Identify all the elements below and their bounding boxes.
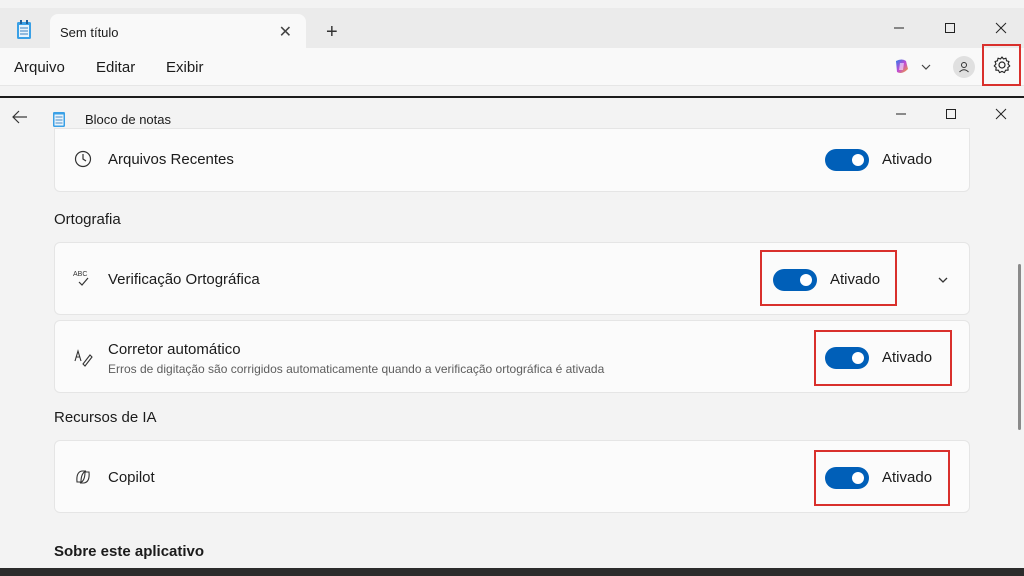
- setting-card-recent-files: Arquivos Recentes Ativado: [54, 128, 970, 192]
- chevron-down-icon[interactable]: [937, 274, 949, 286]
- setting-description: Erros de digitação são corrigidos automa…: [108, 362, 605, 376]
- menu-exibir[interactable]: Exibir: [166, 59, 204, 76]
- clock-icon: [74, 150, 92, 168]
- section-header-about: Sobre este aplicativo: [54, 543, 205, 560]
- notepad-app-icon: [53, 112, 65, 127]
- tab-strip: Sem título ✕ +: [0, 8, 1024, 50]
- svg-text:ABC: ABC: [73, 271, 87, 278]
- back-arrow-icon[interactable]: [12, 110, 28, 129]
- menu-arquivo[interactable]: Arquivo: [14, 59, 65, 76]
- close-tab-icon[interactable]: ✕: [279, 22, 292, 42]
- scrollbar-thumb[interactable]: [1018, 264, 1021, 430]
- chevron-down-icon: [921, 64, 931, 70]
- minimize-icon[interactable]: [878, 102, 924, 126]
- recent-files-toggle[interactable]: [825, 149, 869, 171]
- maximize-icon[interactable]: [928, 102, 974, 126]
- new-tab-icon[interactable]: +: [326, 22, 338, 42]
- highlight-box-autocorrect: [814, 330, 952, 386]
- menu-bar: Arquivo Editar Exibir: [0, 48, 1024, 86]
- highlight-box-spellcheck: [760, 250, 897, 306]
- copilot-menu-button[interactable]: [892, 57, 932, 77]
- settings-window-title: Bloco de notas: [85, 112, 172, 127]
- menu-editar[interactable]: Editar: [96, 59, 135, 76]
- tab-title: Sem título: [60, 25, 119, 40]
- minimize-icon[interactable]: [876, 16, 922, 40]
- account-avatar[interactable]: [953, 56, 975, 78]
- close-window-icon[interactable]: [978, 16, 1024, 40]
- copilot-icon: [76, 470, 90, 484]
- screen-bottom-edge: [0, 568, 1024, 576]
- settings-window: Bloco de notas Arquivos Recentes Ativado…: [0, 96, 1024, 570]
- notepad-app-icon: [17, 20, 31, 39]
- handwriting-pen-icon: [74, 349, 93, 367]
- gear-icon: [993, 56, 1011, 74]
- person-icon: [959, 62, 969, 73]
- highlight-box-copilot: [814, 450, 950, 506]
- toggle-state-label: Ativado: [882, 151, 933, 168]
- copilot-icon: [896, 59, 908, 73]
- notepad-window: Sem título ✕ + Arquivo Editar Exibir: [0, 0, 1024, 96]
- spellcheck-icon: ABC: [73, 271, 89, 286]
- setting-title: Corretor automático: [108, 341, 241, 358]
- setting-title: Arquivos Recentes: [108, 151, 234, 168]
- section-header-spelling: Ortografia: [54, 211, 121, 228]
- section-header-ai: Recursos de IA: [54, 409, 157, 426]
- tab-untitled[interactable]: Sem título ✕: [50, 14, 306, 50]
- setting-title: Verificação Ortográfica: [108, 271, 260, 288]
- maximize-icon[interactable]: [927, 16, 973, 40]
- close-window-icon[interactable]: [978, 102, 1024, 126]
- setting-title: Copilot: [108, 469, 155, 486]
- settings-button[interactable]: [982, 44, 1021, 86]
